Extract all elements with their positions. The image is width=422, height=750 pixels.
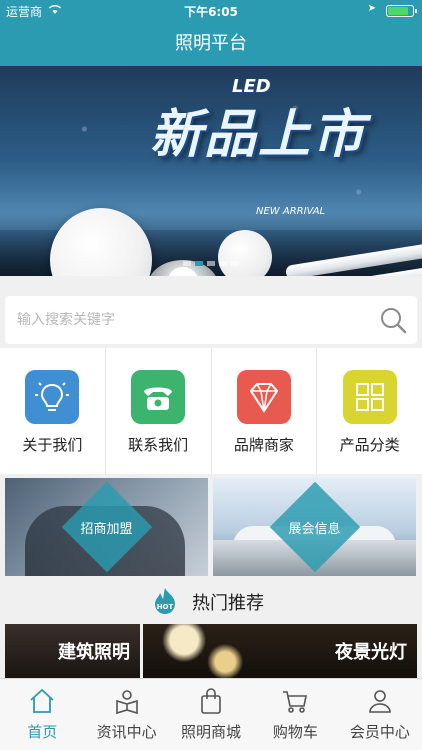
tab-label: 购物车: [272, 723, 318, 741]
feature-architectural-lighting[interactable]: 建筑照明: [5, 624, 140, 678]
status-time: 下午6:05: [184, 5, 238, 19]
carousel-dot[interactable]: [195, 261, 203, 266]
tab-label: 会员中心: [349, 723, 410, 741]
bulb-image: [218, 230, 272, 276]
promo-franchise[interactable]: 招商加盟: [5, 478, 208, 576]
menu-about-us[interactable]: 关于我们: [0, 348, 106, 474]
menu-label: 产品分类: [339, 436, 400, 454]
promo-exhibition[interactable]: 展会信息: [213, 478, 416, 576]
news-icon: [115, 690, 138, 715]
banner-carousel[interactable]: LED 新品上市 NEW ARRIVAL: [0, 66, 422, 276]
nav-bar: 照明平台: [0, 22, 422, 66]
status-bar: 运营商 下午6:05 ➤: [0, 0, 422, 22]
tab-label: 资讯中心: [96, 723, 157, 741]
tab-label: 首页: [27, 723, 58, 741]
menu-product-categories[interactable]: 产品分类: [317, 348, 422, 474]
battery-icon: [386, 5, 417, 17]
feature-night-lighting[interactable]: 夜景光灯: [143, 624, 417, 678]
menu-brand-merchants[interactable]: 品牌商家: [212, 348, 318, 474]
promo-label: 招商加盟: [80, 522, 133, 537]
search-bar: [5, 296, 417, 344]
carousel-indicator[interactable]: [0, 261, 422, 266]
carousel-dot[interactable]: [207, 261, 215, 266]
banner-subtitle: NEW ARRIVAL: [256, 206, 326, 217]
diamond-icon: [236, 370, 291, 424]
home-icon: [30, 688, 54, 713]
menu-label: 品牌商家: [233, 436, 294, 454]
user-icon: [369, 690, 391, 713]
tab-bar: 首页 资讯中心 照明商城 购物车 会员中心: [0, 678, 422, 750]
hot-section-header: HOT 热门推荐: [0, 576, 422, 624]
shopping-bag-icon: [201, 688, 221, 714]
hot-flame-icon: HOT: [155, 588, 175, 614]
search-icon[interactable]: [379, 306, 407, 334]
carousel-dot[interactable]: [219, 261, 227, 266]
phone-icon: [131, 370, 186, 424]
tab-home[interactable]: 首页: [0, 679, 84, 750]
location-icon: ➤: [367, 3, 376, 14]
banner-headline: 新品上市: [150, 105, 367, 165]
menu-label: 关于我们: [22, 436, 83, 454]
search-input[interactable]: [17, 296, 357, 344]
quick-menu: 关于我们 联系我们 品牌商家 产品分类: [0, 348, 422, 474]
tab-news[interactable]: 资讯中心: [84, 679, 168, 750]
bulb-icon: [25, 370, 80, 424]
tab-mall[interactable]: 照明商城: [169, 679, 253, 750]
tab-cart[interactable]: 购物车: [253, 679, 337, 750]
battery-fill: [388, 7, 409, 15]
page-title: 照明平台: [175, 33, 247, 54]
tab-member[interactable]: 会员中心: [338, 679, 422, 750]
menu-contact-us[interactable]: 联系我们: [106, 348, 212, 474]
tab-label: 照明商城: [181, 723, 242, 741]
carousel-dot[interactable]: [231, 261, 239, 266]
menu-label: 联系我们: [128, 436, 189, 454]
feature-label: 建筑照明: [58, 642, 130, 663]
cart-icon: [283, 691, 308, 713]
hot-title: 热门推荐: [192, 593, 264, 614]
hot-badge-text: HOT: [157, 603, 174, 611]
carousel-dot[interactable]: [183, 261, 191, 266]
promo-label: 展会信息: [288, 522, 341, 537]
grid-icon: [342, 370, 397, 424]
feature-label: 夜景光灯: [335, 642, 407, 663]
